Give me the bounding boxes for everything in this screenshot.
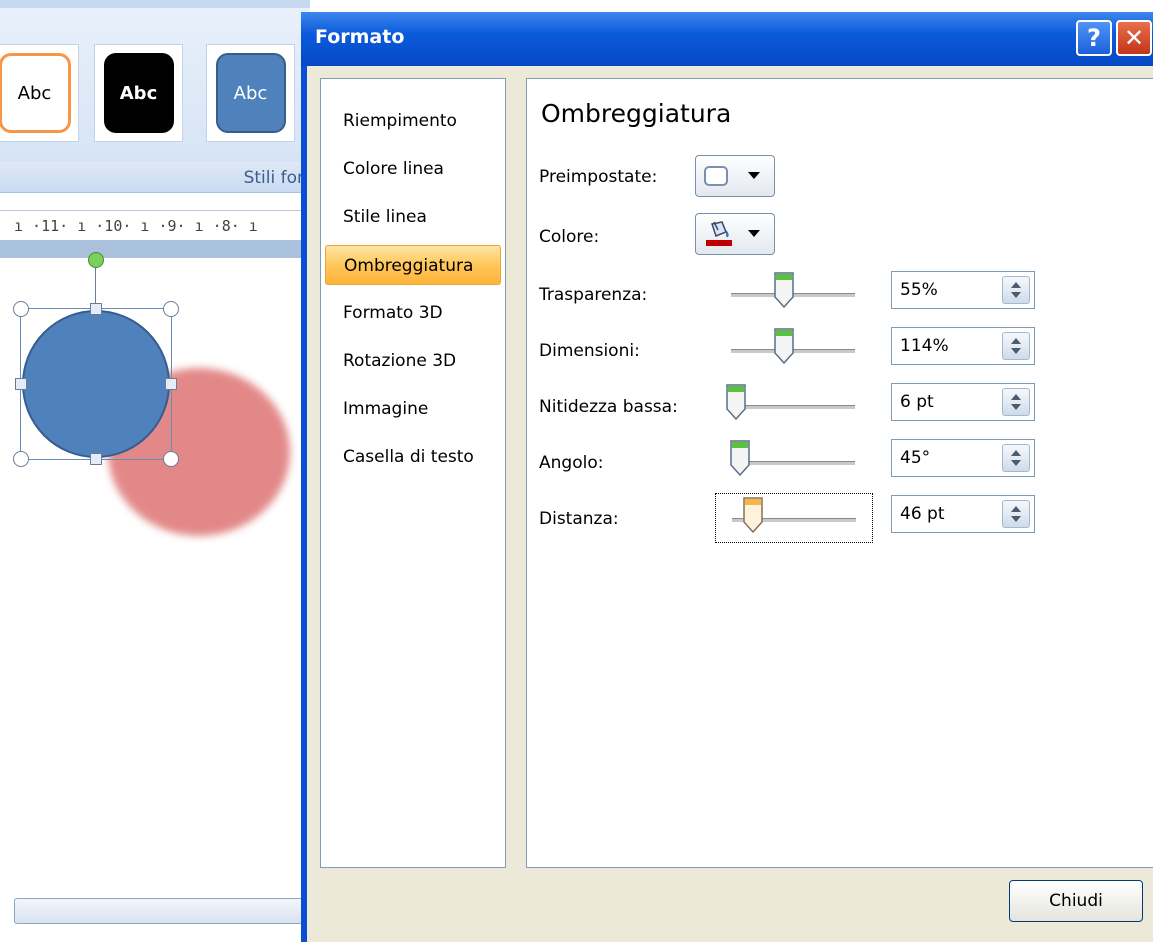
dialog-client-area: Riempimento Colore linea Stile linea Omb… xyxy=(307,66,1153,942)
preset-label-text: Preimpostate: xyxy=(539,167,658,187)
rotation-handle-stem xyxy=(95,262,96,308)
preset-dropdown[interactable] xyxy=(695,155,775,197)
chevron-down-icon-2 xyxy=(748,230,760,237)
value-dimensioni: 114% xyxy=(900,336,949,356)
ribbon: Abc Abc Abc xyxy=(0,0,310,163)
shadow-settings-panel: Ombreggiatura Preimpostate: Colore: Tras… xyxy=(526,78,1153,868)
shape-styles-group-label: Stili for xyxy=(243,168,304,188)
close-window-button[interactable]: ✕ xyxy=(1116,20,1152,56)
value-distanza: 46 pt xyxy=(900,504,945,524)
panel-title: Ombreggiatura xyxy=(541,99,732,128)
horizontal-scrollbar[interactable] xyxy=(14,898,306,924)
ribbon-top-strip xyxy=(0,0,310,8)
color-dropdown[interactable] xyxy=(695,213,775,255)
shape-style-label-2: Abc xyxy=(119,82,158,104)
selection-box xyxy=(20,308,172,460)
resize-handle-bottom[interactable] xyxy=(90,453,102,465)
help-icon: ? xyxy=(1087,24,1101,52)
nav-item-rotazione-3d[interactable]: Rotazione 3D xyxy=(325,341,501,381)
color-label-text: Colore: xyxy=(539,227,600,247)
slider-thumb-icon[interactable] xyxy=(729,439,751,477)
resize-handle-left[interactable] xyxy=(15,378,27,390)
slider-dimensioni[interactable] xyxy=(715,325,873,375)
current-color-swatch xyxy=(706,240,732,246)
chiudi-button[interactable]: Chiudi xyxy=(1009,880,1143,922)
spin-buttons-dimensioni[interactable] xyxy=(1002,332,1030,360)
value-trasparenza: 55% xyxy=(900,280,938,300)
ruler-shade xyxy=(0,240,310,258)
dialog-titlebar[interactable]: Formato ? ✕ xyxy=(301,12,1153,66)
spin-dimensioni[interactable]: 114% xyxy=(891,327,1035,365)
shape-style-gallery-item-1[interactable]: Abc xyxy=(0,44,79,142)
nav-item-immagine[interactable]: Immagine xyxy=(325,389,501,429)
close-icon: ✕ xyxy=(1123,24,1145,52)
nav-item-colore-linea[interactable]: Colore linea xyxy=(325,149,501,189)
rotation-handle[interactable] xyxy=(88,252,104,268)
slider-distanza[interactable] xyxy=(715,493,873,543)
slider-trasparenza[interactable] xyxy=(715,269,873,319)
nav-item-riempimento[interactable]: Riempimento xyxy=(325,101,501,141)
shape-styles-group-bar: Stili for xyxy=(0,162,310,193)
spin-angolo[interactable]: 45° xyxy=(891,439,1035,477)
horizontal-ruler: ı ·11· ı ·10· ı ·9· ı ·8· ı xyxy=(0,210,310,240)
shape-style-gallery-item-3[interactable]: Abc xyxy=(206,44,295,142)
resize-handle-bottom-left[interactable] xyxy=(13,451,29,467)
shape-style-label-3: Abc xyxy=(233,82,268,104)
spin-buttons-nitidezza[interactable] xyxy=(1002,388,1030,416)
shape-style-preview-3: Abc xyxy=(215,53,286,133)
resize-handle-right[interactable] xyxy=(165,378,177,390)
spin-buttons-trasparenza[interactable] xyxy=(1002,276,1030,304)
spin-nitidezza[interactable]: 6 pt xyxy=(891,383,1035,421)
slider-angolo[interactable] xyxy=(715,437,873,487)
paint-bucket-icon xyxy=(706,221,732,246)
shape-style-preview-2: Abc xyxy=(103,53,174,133)
spin-buttons-angolo[interactable] xyxy=(1002,444,1030,472)
spin-trasparenza[interactable]: 55% xyxy=(891,271,1035,309)
slider-thumb-icon[interactable] xyxy=(773,327,795,365)
nav-item-casella-di-testo[interactable]: Casella di testo xyxy=(325,437,501,477)
nav-item-stile-linea[interactable]: Stile linea xyxy=(325,197,501,237)
resize-handle-top-right[interactable] xyxy=(163,301,179,317)
label-trasparenza: Trasparenza: xyxy=(539,285,648,305)
nav-item-ombreggiatura[interactable]: Ombreggiatura xyxy=(325,245,501,285)
format-dialog: Formato ? ✕ Riempimento Colore linea Sti… xyxy=(301,12,1153,942)
preset-label: Preimpostate: xyxy=(539,167,657,187)
slider-thumb-icon[interactable] xyxy=(742,496,764,534)
label-dimensioni: Dimensioni: xyxy=(539,341,640,361)
resize-handle-top[interactable] xyxy=(90,303,102,315)
resize-handle-top-left[interactable] xyxy=(13,301,29,317)
slider-track xyxy=(731,405,855,409)
spin-buttons-distanza[interactable] xyxy=(1002,500,1030,528)
label-distanza: Distanza: xyxy=(539,509,619,529)
spin-distanza[interactable]: 46 pt xyxy=(891,495,1035,533)
shadow-preset-icon xyxy=(704,166,728,186)
label-nitidezza: Nitidezza bassa: xyxy=(539,397,678,417)
shape-style-gallery-item-2[interactable]: Abc xyxy=(94,44,183,142)
color-label: Colore: xyxy=(539,227,599,247)
value-nitidezza: 6 pt xyxy=(900,392,934,412)
nav-item-formato-3d[interactable]: Formato 3D xyxy=(325,293,501,333)
slider-thumb-icon[interactable] xyxy=(773,271,795,309)
resize-handle-bottom-right[interactable] xyxy=(163,451,179,467)
help-button[interactable]: ? xyxy=(1076,20,1112,56)
dialog-title: Formato xyxy=(315,26,405,48)
label-angolo: Angolo: xyxy=(539,453,604,473)
category-list: Riempimento Colore linea Stile linea Omb… xyxy=(320,78,506,868)
chevron-down-icon xyxy=(748,172,760,179)
slider-thumb-icon[interactable] xyxy=(725,383,747,421)
shape-style-preview-1: Abc xyxy=(0,53,71,133)
value-angolo: 45° xyxy=(900,448,931,468)
slider-nitidezza[interactable] xyxy=(715,381,873,431)
shape-style-label-1: Abc xyxy=(17,82,52,104)
